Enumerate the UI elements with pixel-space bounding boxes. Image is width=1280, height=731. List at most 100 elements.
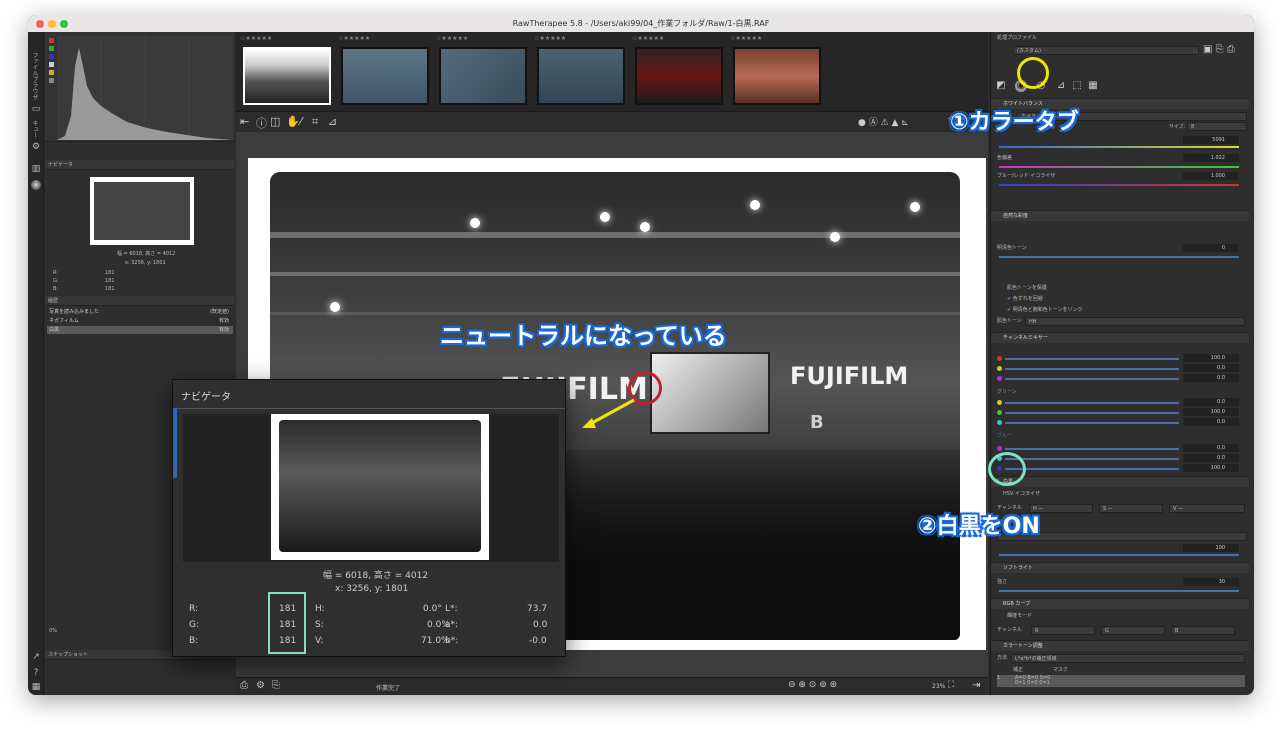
blue-red-slider[interactable] bbox=[999, 184, 1239, 186]
hist-green-toggle[interactable] bbox=[49, 46, 54, 51]
tint-value[interactable]: 1.022 bbox=[1183, 154, 1239, 162]
hist-chroma-toggle[interactable] bbox=[49, 70, 54, 75]
pastel-value[interactable]: 0 bbox=[1183, 244, 1239, 252]
raw-tab-icon[interactable]: ▦ bbox=[1087, 80, 1099, 92]
mixer-g-r[interactable]: 0.0 bbox=[1183, 398, 1239, 406]
popup-bstar-value: -0.0 bbox=[529, 636, 547, 646]
folder-icon[interactable]: ▭ bbox=[31, 104, 41, 114]
pin-icon[interactable]: ↗ bbox=[31, 652, 41, 662]
navigator-section-header[interactable]: ナビゲータ bbox=[45, 160, 235, 170]
color-toning-section[interactable]: カラートーン調整 bbox=[991, 640, 1249, 651]
bottom-toolbar: ⎙ ⚙ ⎘ 作業完了 ⊖ ⊕ ⊙ ⊚ ⊛ 23% ⛶ ⇥ bbox=[236, 677, 988, 695]
history-section-header[interactable]: 履歴 bbox=[45, 296, 235, 306]
wb-size-select[interactable]: 8 bbox=[1187, 122, 1247, 131]
mixer-r-b[interactable]: 0.0 bbox=[1183, 374, 1239, 382]
temperature-slider[interactable] bbox=[999, 146, 1239, 148]
hist-raw-toggle[interactable] bbox=[49, 78, 54, 83]
hide-left-panel-icon[interactable]: ⇤ bbox=[240, 115, 249, 128]
mixer-b-g[interactable]: 0.0 bbox=[1183, 454, 1239, 462]
editor-toolbar: ⇤ ⓘ ◫ ✋ ⁄ ⌗ ⊿ ● Ⓐ ⚠ ▲ ⊾ ↶ ↷ bbox=[236, 113, 988, 131]
mixer-b-b[interactable]: 100.0 bbox=[1183, 464, 1239, 472]
thumb-3[interactable]: ☆★★★★★ bbox=[436, 35, 532, 107]
grid-icon[interactable]: ▦ bbox=[31, 682, 41, 692]
wb-picker-icon[interactable]: ⁄ bbox=[300, 115, 302, 128]
before-after-icon[interactable]: ◫ bbox=[270, 115, 280, 128]
thumb-6[interactable]: ☆★★★★★ bbox=[730, 35, 826, 107]
popup-a-value: 0.0 bbox=[533, 620, 548, 630]
rgb-curve-section[interactable]: RGB カーブ bbox=[991, 598, 1249, 609]
hist-red-toggle[interactable] bbox=[49, 38, 54, 43]
avoid-shift-checkbox[interactable]: ✔ 色ずれを回避 bbox=[997, 295, 1245, 304]
exposure-tab-icon[interactable]: ◩ bbox=[995, 80, 1007, 92]
send-to-queue-icon[interactable]: ⚙ bbox=[256, 680, 265, 691]
soft-light-strength-value[interactable]: 30 bbox=[1183, 578, 1239, 586]
curve-g[interactable]: G bbox=[1101, 626, 1165, 635]
profile-action-icons[interactable]: ▣ ⎘ ⎙ bbox=[1203, 44, 1235, 55]
editor-tab-icon[interactable]: ▥ bbox=[31, 164, 41, 174]
channel-mixer-section[interactable]: チャンネルミキサー bbox=[991, 332, 1249, 343]
curve-b[interactable]: B bbox=[1171, 626, 1235, 635]
hist-blue-toggle[interactable] bbox=[49, 54, 54, 59]
fit-screen-icon[interactable]: ⛶ bbox=[948, 680, 954, 690]
external-editor-icon[interactable]: ⎘ bbox=[272, 680, 280, 691]
soft-light-section[interactable]: ソフトライト bbox=[991, 562, 1249, 573]
curve-r[interactable]: R bbox=[1031, 626, 1095, 635]
detail-tab-icon[interactable]: ⊿ bbox=[1055, 80, 1067, 92]
thumb-1[interactable]: ☆★★★★★ bbox=[240, 35, 336, 107]
mixer-b-r[interactable]: 0.0 bbox=[1183, 444, 1239, 452]
minimize-button[interactable] bbox=[48, 20, 56, 28]
thumb-5[interactable]: ☆★★★★★ bbox=[632, 35, 728, 107]
toning-method-select[interactable]: L*a*b*の補正領域 bbox=[1011, 654, 1245, 663]
bw-contrast-value[interactable]: 100 bbox=[1183, 544, 1239, 552]
hand-tool-icon[interactable]: ✋ bbox=[286, 115, 300, 128]
mixer-r-r[interactable]: 100.0 bbox=[1183, 354, 1239, 362]
profile-title: 処理プロファイル bbox=[997, 35, 1038, 41]
mixer-g-b[interactable]: 0.0 bbox=[1183, 418, 1239, 426]
gears-icon[interactable]: ⚙ bbox=[31, 142, 41, 152]
zoom-button[interactable] bbox=[60, 20, 68, 28]
help-icon[interactable]: ? bbox=[31, 668, 41, 678]
save-icon[interactable]: ⎙ bbox=[240, 680, 248, 691]
bw-contrast-slider[interactable] bbox=[999, 554, 1239, 556]
hide-right-panel-icon[interactable]: ⇥ bbox=[972, 680, 980, 691]
thumb-4[interactable]: ☆★★★★★ bbox=[534, 35, 630, 107]
mixer-r-g[interactable]: 0.0 bbox=[1183, 364, 1239, 372]
tab-queue[interactable]: キュー bbox=[30, 120, 39, 138]
annotation-color-tab: ①カラータブ bbox=[950, 110, 1079, 135]
status-text: 作業完了 bbox=[376, 685, 401, 692]
history-item[interactable]: 写真を読み込みました (既定値) bbox=[47, 308, 233, 316]
wb-size-label: サイズ: bbox=[1169, 124, 1186, 130]
profile-select[interactable]: (カスタム) bbox=[1013, 46, 1199, 55]
info-icon[interactable]: ⓘ bbox=[256, 115, 267, 131]
toning-region-row[interactable]: 1 A=0 B=0 S=0 0=1 0=0 0=1 bbox=[997, 675, 1245, 687]
bw-channel-s[interactable]: S — bbox=[1099, 504, 1163, 513]
tint-slider[interactable] bbox=[999, 166, 1239, 168]
pastel-slider[interactable] bbox=[999, 256, 1239, 258]
natural-saturation-section[interactable]: 自然な彩度 bbox=[991, 210, 1249, 221]
mixer-g-g[interactable]: 100.0 bbox=[1183, 408, 1239, 416]
preview-mode-icons[interactable]: ● Ⓐ ⚠ ▲ ⊾ bbox=[858, 115, 909, 128]
black-white-section[interactable]: ⏻ 白黒 bbox=[991, 476, 1249, 487]
link-tones-checkbox[interactable]: ✔ 明清色と飽和色トーンをリンク bbox=[997, 306, 1245, 315]
protect-skin-checkbox[interactable]: 肌色トーンを保護 bbox=[997, 284, 1245, 293]
crop-tool-icon[interactable]: ⌗ bbox=[312, 115, 318, 129]
navigator-popup-preview[interactable] bbox=[183, 414, 559, 562]
blue-red-value[interactable]: 1.000 bbox=[1183, 172, 1239, 180]
thumb-2[interactable]: ☆★★★★★ bbox=[338, 35, 434, 107]
history-item[interactable]: ネガフィルム 有効 bbox=[47, 317, 233, 325]
tab-file-browser[interactable]: ファイルブラウザ bbox=[30, 52, 39, 100]
luminosity-mode-checkbox[interactable]: 輝度モード bbox=[997, 612, 1245, 621]
skin-tone-select[interactable]: HH bbox=[1025, 317, 1245, 326]
straighten-icon[interactable]: ⊿ bbox=[328, 115, 337, 128]
history-item-selected[interactable]: 白黒 有効 bbox=[47, 326, 233, 334]
zoom-controls[interactable]: ⊖ ⊕ ⊙ ⊚ ⊛ bbox=[788, 680, 837, 690]
soft-light-slider[interactable] bbox=[999, 590, 1239, 592]
transform-tab-icon[interactable]: ⬚ bbox=[1071, 80, 1083, 92]
hist-luma-toggle[interactable] bbox=[49, 62, 54, 67]
bw-channel-v[interactable]: V — bbox=[1169, 504, 1245, 513]
editor-active-icon[interactable]: ◉ bbox=[31, 180, 41, 190]
navigator-thumbnail[interactable] bbox=[90, 177, 194, 245]
temperature-value[interactable]: 5091 bbox=[1183, 136, 1239, 144]
hsv-equalizer-label[interactable]: HSV イコライザ bbox=[997, 490, 1245, 499]
close-button[interactable] bbox=[36, 20, 44, 28]
